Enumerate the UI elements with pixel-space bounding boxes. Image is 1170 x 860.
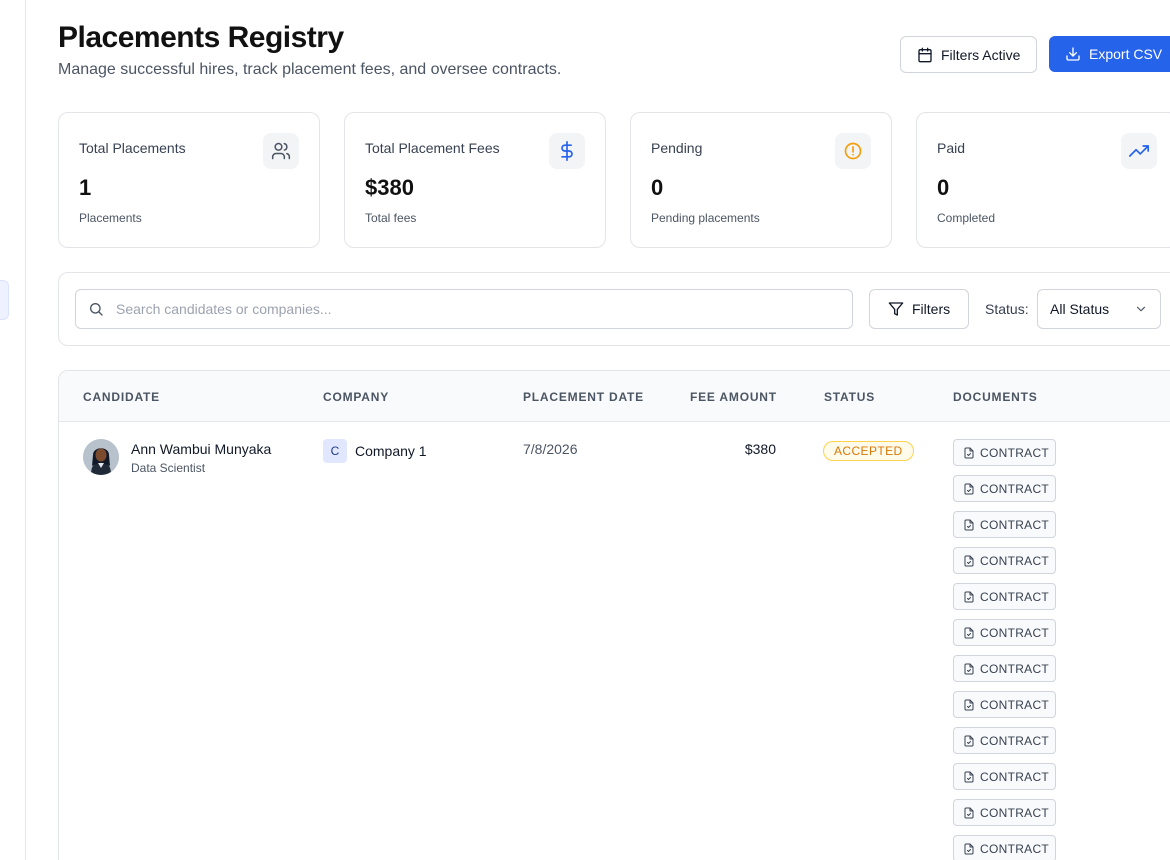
filter-panel: Filters Status: All Status <box>58 272 1170 346</box>
company-initial-badge: C <box>323 439 347 463</box>
users-icon <box>263 133 299 169</box>
column-header-placement-date[interactable]: PLACEMENT DATE <box>523 390 644 404</box>
file-icon <box>964 555 974 566</box>
contract-document-button[interactable]: CONTRACT <box>953 475 1056 502</box>
avatar <box>83 439 119 475</box>
alert-circle-icon <box>835 133 871 169</box>
candidate-name[interactable]: Ann Wambui Munyaka <box>131 441 271 457</box>
placements-table: CANDIDATE COMPANY PLACEMENT DATE FEE AMO… <box>58 370 1170 860</box>
document-label: CONTRACT <box>980 625 1050 640</box>
stat-card-paid: Paid 0 Completed <box>916 112 1170 248</box>
document-label: CONTRACT <box>980 481 1050 496</box>
export-csv-label: Export CSV <box>1089 46 1163 62</box>
sidebar-active-item[interactable] <box>0 280 9 320</box>
status-select[interactable]: All Status <box>1037 289 1161 329</box>
file-icon <box>964 699 974 710</box>
stat-sub: Total fees <box>365 211 417 225</box>
page-subtitle: Manage successful hires, track placement… <box>58 61 562 78</box>
stat-value: 0 <box>937 175 950 200</box>
contract-document-button[interactable]: CONTRACT <box>953 511 1056 538</box>
stat-sub: Pending placements <box>651 211 760 225</box>
search-box[interactable] <box>75 289 853 329</box>
fee-amount: $380 <box>744 441 776 457</box>
stat-card-pending: Pending 0 Pending placements <box>630 112 892 248</box>
contract-document-button[interactable]: CONTRACT <box>953 547 1056 574</box>
contract-document-button[interactable]: CONTRACT <box>953 655 1056 682</box>
file-icon <box>964 735 974 746</box>
contract-document-button[interactable]: CONTRACT <box>953 691 1056 718</box>
file-icon <box>964 447 974 458</box>
column-header-candidate[interactable]: CANDIDATE <box>83 390 160 404</box>
document-label: CONTRACT <box>980 445 1050 460</box>
dollar-icon <box>549 133 585 169</box>
file-icon <box>964 843 974 854</box>
column-header-company[interactable]: COMPANY <box>323 390 389 404</box>
status-filter-label: Status: <box>985 301 1029 317</box>
file-icon <box>964 807 974 818</box>
table-header: CANDIDATE COMPANY PLACEMENT DATE FEE AMO… <box>59 371 1170 422</box>
trending-up-icon <box>1121 133 1157 169</box>
stat-value: $380 <box>365 175 414 200</box>
chevron-down-icon <box>1136 306 1146 312</box>
contract-document-button[interactable]: CONTRACT <box>953 727 1056 754</box>
file-icon <box>964 771 974 782</box>
document-label: CONTRACT <box>980 805 1050 820</box>
stat-value: 0 <box>651 175 664 200</box>
document-label: CONTRACT <box>980 589 1050 604</box>
candidate-role: Data Scientist <box>131 461 206 475</box>
download-icon <box>1066 47 1080 61</box>
contract-document-button[interactable]: CONTRACT <box>953 583 1056 610</box>
stat-sub: Placements <box>79 211 142 225</box>
calendar-icon <box>918 47 932 62</box>
status-select-value: All Status <box>1050 301 1110 317</box>
stat-label: Total Placement Fees <box>365 140 500 156</box>
contract-document-button[interactable]: CONTRACT <box>953 835 1056 860</box>
file-icon <box>964 627 974 638</box>
contract-document-button[interactable]: CONTRACT <box>953 619 1056 646</box>
file-icon <box>964 591 974 602</box>
stat-value: 1 <box>79 175 92 200</box>
stat-label: Pending <box>651 140 703 156</box>
filters-button[interactable]: Filters <box>869 289 969 329</box>
document-label: CONTRACT <box>980 517 1050 532</box>
file-icon <box>964 519 974 530</box>
document-label: CONTRACT <box>980 733 1050 748</box>
company-name[interactable]: Company 1 <box>355 443 427 459</box>
export-csv-button[interactable]: Export CSV <box>1049 36 1170 72</box>
table-row[interactable]: Ann Wambui Munyaka Data Scientist C Comp… <box>59 423 1170 860</box>
search-input[interactable] <box>116 301 816 317</box>
document-label: CONTRACT <box>980 769 1050 784</box>
contract-document-button[interactable]: CONTRACT <box>953 799 1056 826</box>
documents-list: CONTRACT CONTRACT CONTRACT CONTRACT CONT… <box>953 439 1063 860</box>
filters-button-label: Filters <box>912 301 951 317</box>
document-label: CONTRACT <box>980 841 1050 856</box>
contract-document-button[interactable]: CONTRACT <box>953 763 1056 790</box>
filters-active-label: Filters Active <box>941 46 1021 63</box>
page-title: Placements Registry <box>58 21 344 54</box>
document-label: CONTRACT <box>980 697 1050 712</box>
document-label: CONTRACT <box>980 553 1050 568</box>
document-label: CONTRACT <box>980 661 1050 676</box>
column-header-documents[interactable]: DOCUMENTS <box>953 390 1038 404</box>
column-header-status[interactable]: STATUS <box>824 390 875 404</box>
sidebar <box>0 0 26 860</box>
stat-label: Total Placements <box>79 140 186 156</box>
placement-date: 7/8/2026 <box>523 441 578 457</box>
status-badge: ACCEPTED <box>823 441 914 461</box>
filter-icon <box>888 302 904 316</box>
stat-sub: Completed <box>937 211 996 225</box>
stat-card-total-fees: Total Placement Fees $380 Total fees <box>344 112 606 248</box>
stat-card-total-placements: Total Placements 1 Placements <box>58 112 320 248</box>
search-icon <box>90 303 103 316</box>
contract-document-button[interactable]: CONTRACT <box>953 439 1056 466</box>
column-header-fee-amount[interactable]: FEE AMOUNT <box>690 390 777 404</box>
file-icon <box>964 663 974 674</box>
file-icon <box>964 483 974 494</box>
filters-active-button[interactable]: Filters Active <box>900 36 1037 73</box>
stat-label: Paid <box>937 140 966 156</box>
